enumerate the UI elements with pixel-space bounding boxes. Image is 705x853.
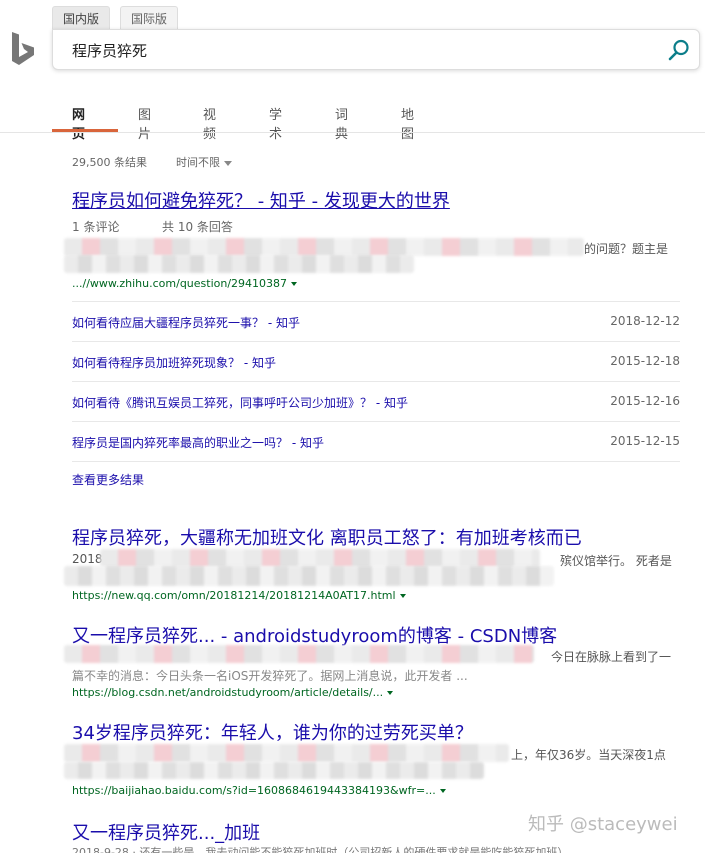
nav-divider bbox=[0, 132, 705, 133]
deeplink-date: 2015-12-15 bbox=[610, 434, 680, 448]
deeplink-question[interactable]: 如何看待应届大疆程序员猝死一事？ - 知乎 bbox=[72, 314, 300, 331]
chevron-down-icon bbox=[224, 160, 232, 166]
chevron-down-icon[interactable] bbox=[439, 789, 446, 793]
result-url[interactable]: https://blog.csdn.net/androidstudyroom/a… bbox=[72, 686, 394, 699]
deeplink-question[interactable]: 程序员是国内猝死率最高的职业之一吗？ - 知乎 bbox=[72, 434, 324, 451]
result-url[interactable]: ...//www.zhihu.com/question/29410387 bbox=[72, 277, 298, 290]
tab-maps[interactable]: 地图 bbox=[401, 104, 414, 142]
result-url-text: ...//www.zhihu.com/question/29410387 bbox=[72, 277, 288, 290]
chevron-down-icon[interactable] bbox=[387, 691, 394, 695]
see-more-results-link[interactable]: 查看更多结果 bbox=[72, 471, 144, 488]
result-title[interactable]: 程序员如何避免猝死？ - 知乎 - 发现更大的世界 bbox=[72, 187, 450, 213]
deeplink-row[interactable]: 如何看待《腾讯互娱员工猝死，同事呼吁公司少加班》？ - 知乎 2015-12-1… bbox=[72, 381, 680, 421]
tab-academic[interactable]: 学术 bbox=[269, 104, 282, 142]
search-icon[interactable] bbox=[667, 38, 691, 62]
blurred-snippet bbox=[64, 762, 484, 779]
result-url-text: https://new.qq.com/omn/20181214/20181214… bbox=[72, 589, 396, 602]
deeplink-row[interactable]: 如何看待应届大疆程序员猝死一事？ - 知乎 2018-12-12 bbox=[72, 301, 680, 341]
tab-web[interactable]: 网页 bbox=[72, 104, 85, 142]
tab-videos[interactable]: 视频 bbox=[203, 104, 216, 142]
watermark: 知乎 @staceywei bbox=[528, 814, 678, 835]
result-snippet: 上，年仅36岁。当天深夜1点 bbox=[511, 748, 666, 762]
results-count: 29,500 条结果 bbox=[72, 156, 147, 169]
deeplink-date: 2018-12-12 bbox=[610, 314, 680, 328]
result-snippet: 的问题？题主是 bbox=[584, 242, 669, 256]
result-answer-count[interactable]: 共 10 条回答 bbox=[162, 218, 233, 235]
deeplink-divider bbox=[72, 461, 680, 462]
deeplink-question[interactable]: 如何看待《腾讯互娱员工猝死，同事呼吁公司少加班》？ - 知乎 bbox=[72, 394, 408, 411]
chevron-down-icon[interactable] bbox=[399, 594, 406, 598]
result-url-text: https://baijiahao.baidu.com/s?id=1608684… bbox=[72, 784, 436, 797]
result-snippet: 2018-9-28 · 还有一些是，我去动问能不能猝死加班时（公司招新人的硬件要… bbox=[72, 846, 569, 853]
blurred-snippet bbox=[64, 566, 554, 586]
result-snippet-date: 2018 bbox=[72, 552, 103, 566]
deeplink-date: 2015-12-18 bbox=[610, 354, 680, 368]
bing-logo[interactable] bbox=[10, 30, 36, 68]
result-url[interactable]: https://new.qq.com/omn/20181214/20181214… bbox=[72, 589, 406, 602]
tab-images[interactable]: 图片 bbox=[138, 104, 151, 142]
blurred-snippet bbox=[64, 744, 509, 762]
result-url[interactable]: https://baijiahao.baidu.com/s?id=1608684… bbox=[72, 784, 446, 797]
search-box[interactable]: 程序员猝死 bbox=[52, 29, 700, 70]
chevron-down-icon[interactable] bbox=[291, 282, 298, 286]
deeplink-row[interactable]: 程序员是国内猝死率最高的职业之一吗？ - 知乎 2015-12-15 bbox=[72, 421, 680, 461]
deeplink-question[interactable]: 如何看待程序员加班猝死现象？ - 知乎 bbox=[72, 354, 276, 371]
result-snippet: 殡仪馆举行。 死者是 bbox=[560, 554, 672, 568]
search-input[interactable]: 程序员猝死 bbox=[72, 40, 147, 61]
deeplink-date: 2015-12-16 bbox=[610, 394, 680, 408]
blurred-snippet bbox=[64, 238, 584, 256]
result-title[interactable]: 又一程序员猝死..._加班 bbox=[72, 819, 260, 845]
result-snippet: 篇不幸的消息：今日头条一名iOS开发猝死了。据网上消息说，此开发者 ... bbox=[72, 669, 468, 683]
blurred-snippet bbox=[64, 645, 534, 663]
blurred-snippet bbox=[100, 549, 540, 567]
tab-dictionary[interactable]: 词典 bbox=[335, 104, 348, 142]
deeplink-row[interactable]: 如何看待程序员加班猝死现象？ - 知乎 2015-12-18 bbox=[72, 341, 680, 381]
time-filter-dropdown[interactable]: 时间不限 bbox=[176, 154, 232, 170]
result-comment-count[interactable]: 1 条评论 bbox=[72, 218, 119, 235]
result-title[interactable]: 程序员猝死，大疆称无加班文化 离职员工怒了：有加班考核而已 bbox=[72, 524, 582, 550]
result-url-text: https://blog.csdn.net/androidstudyroom/a… bbox=[72, 686, 384, 699]
blurred-snippet bbox=[64, 255, 414, 273]
result-snippet: 今日在脉脉上看到了一 bbox=[551, 650, 672, 664]
time-filter-label: 时间不限 bbox=[176, 156, 220, 169]
result-title[interactable]: 34岁程序员猝死：年轻人，谁为你的过劳死买单？ bbox=[72, 719, 473, 745]
